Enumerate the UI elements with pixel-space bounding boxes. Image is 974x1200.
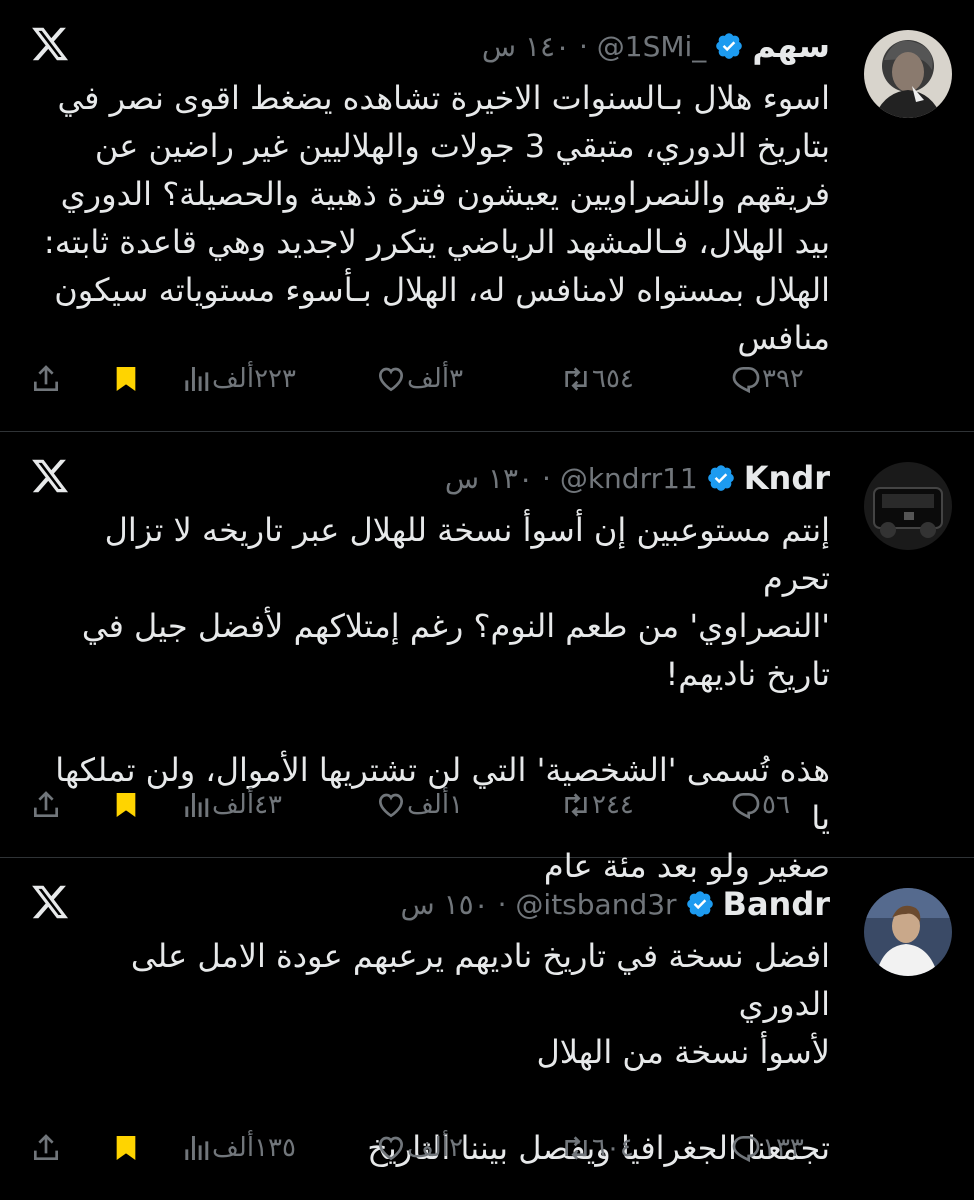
handle[interactable]: @itsband3r: [515, 888, 676, 921]
dot-separator: ·: [570, 29, 597, 63]
like-button[interactable]: ١ألف: [375, 785, 469, 825]
reply-button[interactable]: ١٣٣: [730, 1128, 810, 1168]
tweet[interactable]: Kndr @kndrr11 · ١٣٠ س إنتم مستوعبين إن أ…: [0, 432, 974, 885]
share-button[interactable]: [30, 359, 62, 399]
heart-icon: [378, 793, 404, 818]
reply-button[interactable]: ٥٦: [730, 785, 796, 825]
heart-icon: [378, 1136, 404, 1161]
heart-icon: [378, 367, 404, 392]
x-logo-icon[interactable]: [30, 24, 70, 64]
reply-bubble-icon: [732, 793, 760, 820]
avatar[interactable]: [864, 888, 952, 976]
share-icon: [34, 365, 58, 391]
timestamp[interactable]: ١٤٠ س: [482, 30, 570, 63]
share-button[interactable]: [30, 1128, 62, 1168]
avatar[interactable]: [864, 30, 952, 118]
share-icon: [34, 1134, 58, 1160]
retweet-icon: [565, 1136, 587, 1160]
handle[interactable]: @kndrr11: [560, 462, 698, 495]
handle[interactable]: @1SMi_: [597, 30, 707, 63]
share-button[interactable]: [30, 785, 62, 825]
avatar[interactable]: [864, 462, 952, 550]
dot-separator: ·: [488, 887, 516, 921]
likes-count: ٣ألف: [407, 364, 464, 394]
views-count: ٢٢٣ألف: [212, 364, 296, 394]
display-name[interactable]: Kndr: [744, 459, 830, 497]
replies-count: ٣٩٢: [762, 364, 804, 394]
retweet-button[interactable]: ٢٤٤: [560, 785, 640, 825]
retweet-icon: [565, 793, 587, 817]
like-button[interactable]: ٣ألف: [375, 359, 469, 399]
verified-badge-icon: [707, 465, 734, 491]
retweets-count: ٦٠٤: [592, 1133, 634, 1163]
timestamp[interactable]: ١٥٠ س: [401, 888, 489, 921]
reply-button[interactable]: ٣٩٢: [730, 359, 810, 399]
views-count: ١٣٥ألف: [212, 1133, 296, 1163]
display-name[interactable]: Bandr: [723, 885, 830, 923]
verified-badge-icon: [716, 33, 743, 59]
x-logo-icon[interactable]: [30, 456, 70, 496]
tweet-text: إنتم مستوعبين إن أسوأ نسخة للهلال عبر تا…: [55, 511, 830, 885]
bookmark-button[interactable]: [110, 785, 142, 825]
replies-count: ١٣٣: [762, 1133, 804, 1163]
views-chart-icon: [185, 367, 209, 391]
dot-separator: ·: [533, 461, 560, 495]
retweet-button[interactable]: ٦٠٤: [560, 1128, 640, 1168]
bookmark-icon: [116, 793, 136, 817]
tweet[interactable]: Bandr @itsband3r · ١٥٠ س افضل نسخة في تا…: [0, 858, 974, 1200]
replies-count: ٥٦: [762, 790, 790, 820]
views-count: ٤٣ألف: [212, 790, 282, 820]
likes-count: ٢ألف: [407, 1133, 464, 1163]
reply-bubble-icon: [732, 1136, 760, 1163]
views-chart-icon: [185, 793, 209, 817]
bookmark-button[interactable]: [110, 1128, 142, 1168]
display-name[interactable]: سهم: [752, 27, 830, 65]
tweet[interactable]: سهم @1SMi_ · ١٤٠ س اسوء هلال بـالسنوات ا…: [0, 0, 974, 432]
bookmark-button[interactable]: [110, 359, 142, 399]
x-logo-icon[interactable]: [30, 882, 70, 922]
share-icon: [34, 791, 58, 817]
bookmark-icon: [116, 367, 136, 391]
views-button[interactable]: ١٣٥ألف: [180, 1128, 302, 1168]
bookmark-icon: [116, 1136, 136, 1160]
retweets-count: ٦٥٤: [592, 364, 634, 394]
timestamp[interactable]: ١٣٠ س: [445, 462, 533, 495]
tweet-text: اسوء هلال بـالسنوات الاخيرة تشاهده يضغط …: [43, 79, 830, 357]
views-chart-icon: [185, 1136, 209, 1160]
retweets-count: ٢٤٤: [592, 790, 634, 820]
likes-count: ١ألف: [407, 790, 464, 820]
like-button[interactable]: ٢ألف: [375, 1128, 469, 1168]
views-button[interactable]: ٢٢٣ألف: [180, 359, 302, 399]
verified-badge-icon: [686, 891, 713, 917]
reply-bubble-icon: [732, 367, 760, 394]
views-button[interactable]: ٤٣ألف: [180, 785, 288, 825]
retweet-icon: [565, 367, 587, 391]
retweet-button[interactable]: ٦٥٤: [560, 359, 640, 399]
